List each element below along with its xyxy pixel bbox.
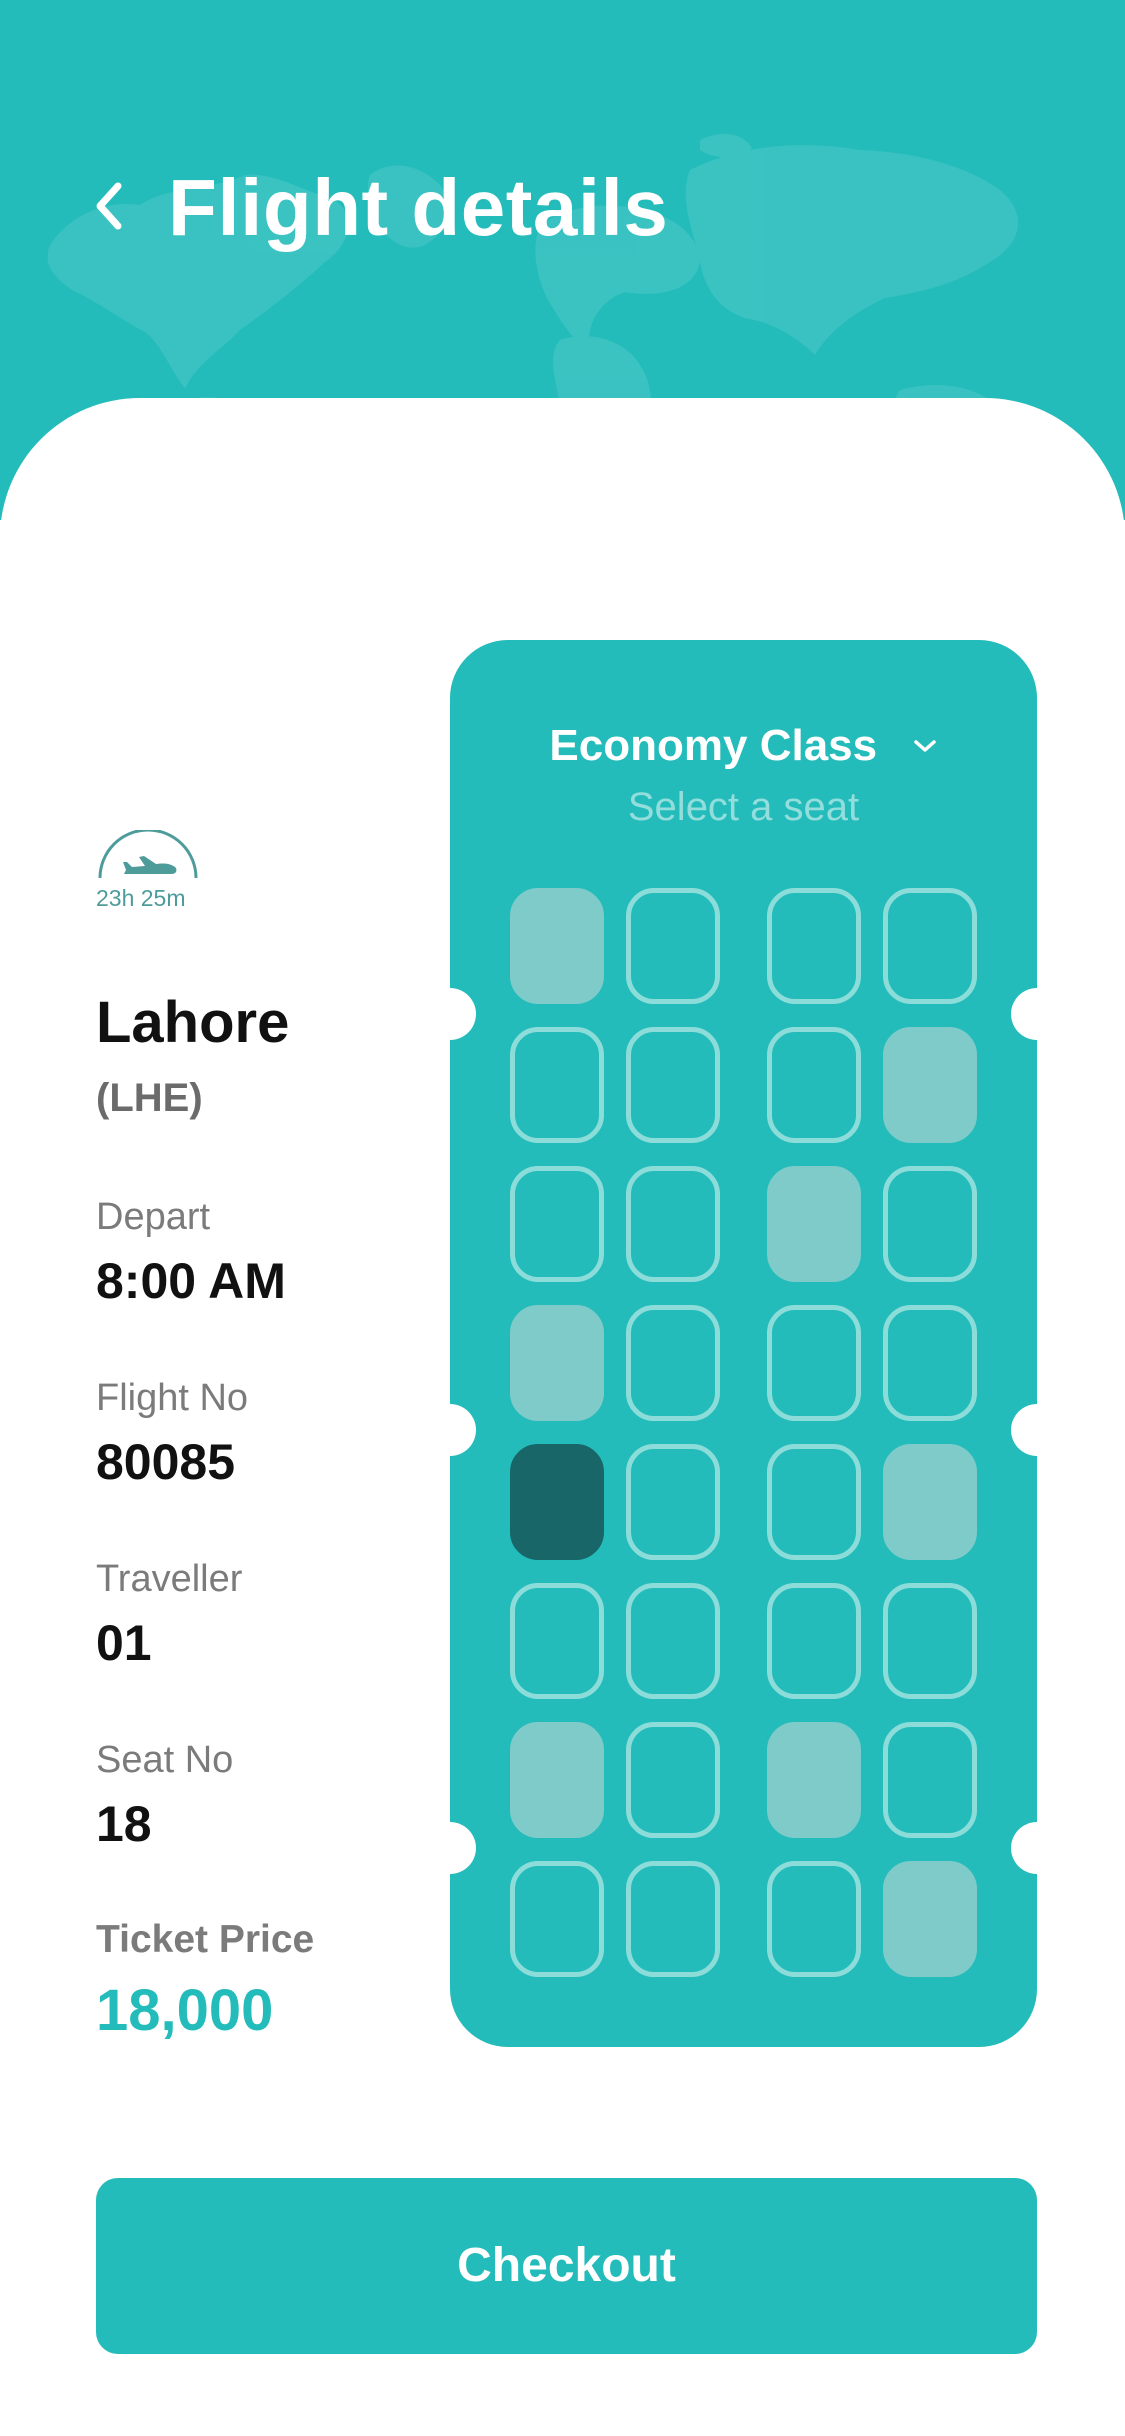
ticket-price-value: 18,000 bbox=[96, 1978, 274, 2043]
seat-available[interactable] bbox=[626, 1305, 720, 1421]
chevron-down-icon bbox=[913, 740, 936, 752]
chevron-left-icon[interactable] bbox=[86, 170, 136, 240]
seat-no-value: 18 bbox=[96, 1796, 152, 1852]
seat-available[interactable] bbox=[883, 1166, 977, 1282]
seat-available[interactable] bbox=[626, 1027, 720, 1143]
origin-code: (LHE) bbox=[96, 1076, 203, 1120]
seat-available[interactable] bbox=[883, 1583, 977, 1699]
seat-selected[interactable] bbox=[510, 1444, 604, 1560]
seat-taken[interactable] bbox=[510, 1722, 604, 1838]
seat-taken[interactable] bbox=[883, 1444, 977, 1560]
ticket-price-label: Ticket Price bbox=[96, 1918, 315, 1961]
seat-taken[interactable] bbox=[883, 1861, 977, 1977]
flight-no-label: Flight No bbox=[96, 1377, 249, 1419]
seat-available[interactable] bbox=[767, 1861, 861, 1977]
depart-label: Depart bbox=[96, 1196, 211, 1238]
traveller-label: Traveller bbox=[96, 1558, 243, 1600]
seat-taken[interactable] bbox=[510, 1305, 604, 1421]
seat-taken[interactable] bbox=[767, 1166, 861, 1282]
ticket-notch bbox=[1011, 1404, 1063, 1456]
seat-available[interactable] bbox=[767, 888, 861, 1004]
seat-subtitle: Select a seat bbox=[627, 785, 860, 829]
depart-value: 8:00 AM bbox=[96, 1253, 286, 1309]
class-dropdown[interactable]: Economy Class bbox=[450, 716, 1037, 776]
page-title: Flight details bbox=[168, 163, 669, 252]
class-label: Economy Class bbox=[549, 721, 878, 770]
seat-available[interactable] bbox=[626, 1722, 720, 1838]
checkout-button[interactable]: Checkout bbox=[96, 2178, 1037, 2354]
seat-available[interactable] bbox=[883, 1722, 977, 1838]
seat-available[interactable] bbox=[626, 1166, 720, 1282]
seat-available[interactable] bbox=[510, 1166, 604, 1282]
ticket-notch bbox=[424, 1404, 476, 1456]
seat-available[interactable] bbox=[767, 1444, 861, 1560]
seat-available[interactable] bbox=[767, 1583, 861, 1699]
seat-available[interactable] bbox=[510, 1861, 604, 1977]
seat-available[interactable] bbox=[883, 888, 977, 1004]
seat-available[interactable] bbox=[626, 1583, 720, 1699]
ticket-notch bbox=[1011, 988, 1063, 1040]
traveller-value: 01 bbox=[96, 1615, 152, 1671]
checkout-label: Checkout bbox=[457, 2239, 676, 2292]
seat-taken[interactable] bbox=[883, 1027, 977, 1143]
seat-available[interactable] bbox=[510, 1027, 604, 1143]
flight-no-value: 80085 bbox=[96, 1434, 236, 1490]
seat-taken[interactable] bbox=[510, 888, 604, 1004]
seat-available[interactable] bbox=[626, 888, 720, 1004]
origin-city: Lahore bbox=[96, 990, 290, 1055]
ticket-notch bbox=[424, 1822, 476, 1874]
seat-available[interactable] bbox=[767, 1305, 861, 1421]
seat-available[interactable] bbox=[626, 1861, 720, 1977]
ticket-notch bbox=[424, 988, 476, 1040]
flight-duration: 23h 25m bbox=[96, 885, 186, 911]
seat-available[interactable] bbox=[767, 1027, 861, 1143]
seat-taken[interactable] bbox=[767, 1722, 861, 1838]
seat-no-label: Seat No bbox=[96, 1739, 234, 1781]
ticket-notch bbox=[1011, 1822, 1063, 1874]
seat-available[interactable] bbox=[883, 1305, 977, 1421]
seat-map-card: Economy Class Select a seat bbox=[424, 640, 1063, 2047]
seat-available[interactable] bbox=[626, 1444, 720, 1560]
seat-available[interactable] bbox=[510, 1583, 604, 1699]
